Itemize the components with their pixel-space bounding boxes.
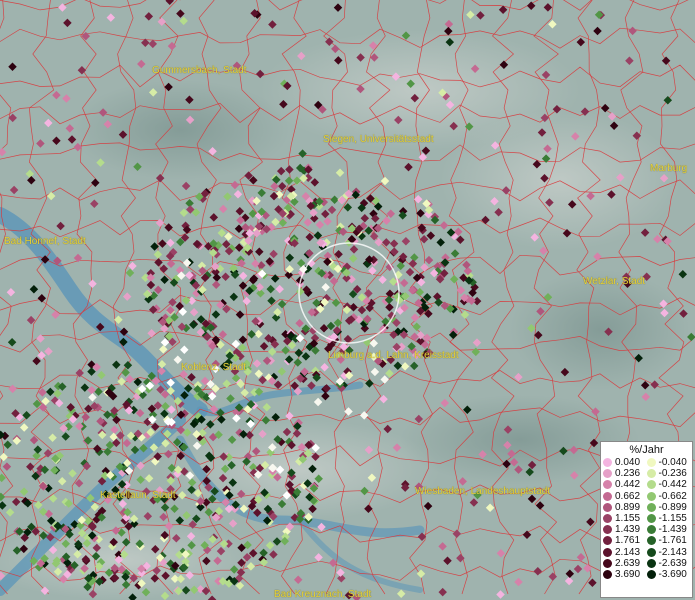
legend-label: -0.442 bbox=[658, 479, 687, 491]
legend-label: 0.662 bbox=[615, 490, 641, 502]
map-legend: %/Jahr 0.040 0.236 0.442 0.662 0.899 1.155 1.4… bbox=[600, 441, 693, 598]
legend-label: -0.236 bbox=[658, 468, 687, 480]
legend-row-negative-8: -2.143 bbox=[646, 546, 691, 558]
legend-row-negative-6: -1.439 bbox=[646, 524, 691, 536]
legend-label: -3.690 bbox=[658, 568, 687, 580]
legend-row-positive-0: 0.040 bbox=[603, 457, 647, 468]
legend-row-negative-10: -3.690 bbox=[646, 568, 691, 580]
legend-row-positive-8: 2.143 bbox=[603, 547, 647, 558]
legend-label: 0.442 bbox=[615, 479, 641, 491]
legend-positive-column: 0.040 0.236 0.442 0.662 0.899 1.155 1.439 1.761… bbox=[603, 457, 647, 580]
city-label-koblenz: Koblenz, Stadt bbox=[181, 362, 247, 373]
legend-swatch bbox=[646, 502, 656, 512]
legend-row-negative-3: -0.662 bbox=[646, 490, 691, 502]
legend-swatch bbox=[646, 480, 656, 490]
legend-row-positive-2: 0.442 bbox=[603, 479, 647, 490]
legend-swatch bbox=[646, 469, 656, 479]
legend-row-positive-5: 1.155 bbox=[603, 513, 647, 524]
legend-label: 0.899 bbox=[615, 501, 641, 513]
legend-row-positive-6: 1.439 bbox=[603, 524, 647, 535]
legend-swatch bbox=[603, 458, 612, 468]
legend-row-positive-10: 3.690 bbox=[603, 569, 647, 580]
legend-label: -1.439 bbox=[658, 524, 687, 536]
legend-swatch bbox=[646, 536, 656, 546]
city-label-bad-kreuznach: Bad Kreuznach, Stadt bbox=[274, 589, 372, 600]
legend-swatch bbox=[603, 525, 612, 535]
city-label-kastellaun: Kastellaun, Stadt bbox=[100, 490, 176, 501]
legend-swatch bbox=[603, 558, 612, 568]
legend-swatch bbox=[646, 491, 656, 501]
legend-swatch bbox=[603, 502, 612, 512]
legend-swatch bbox=[603, 514, 612, 524]
legend-label: -2.639 bbox=[658, 557, 687, 569]
legend-swatch bbox=[603, 469, 612, 479]
legend-label: -0.662 bbox=[658, 490, 687, 502]
legend-label: -1.761 bbox=[658, 535, 687, 547]
city-label-bad-honnef: Bad Honnef, Stadt bbox=[4, 236, 86, 247]
legend-swatch bbox=[646, 514, 656, 524]
legend-row-negative-7: -1.761 bbox=[646, 535, 691, 547]
city-label-marburg: Marburg bbox=[650, 163, 688, 174]
legend-row-positive-7: 1.761 bbox=[603, 535, 647, 546]
city-label-wetzlar: Wetzlar, Stadt bbox=[583, 276, 646, 287]
legend-label: 2.143 bbox=[615, 546, 641, 558]
legend-swatch bbox=[646, 569, 656, 579]
legend-swatch bbox=[603, 491, 612, 501]
legend-label: 3.690 bbox=[615, 568, 641, 580]
legend-swatch bbox=[646, 525, 656, 535]
legend-swatch bbox=[603, 547, 612, 557]
legend-label: -0.040 bbox=[658, 457, 687, 468]
legend-label: -0.899 bbox=[658, 501, 687, 513]
city-label-siegen: Siegen, Universitätsstadt bbox=[323, 134, 434, 145]
legend-label: -1.155 bbox=[658, 512, 687, 524]
legend-label: 1.439 bbox=[615, 524, 641, 536]
legend-swatch bbox=[603, 569, 612, 579]
legend-row-negative-2: -0.442 bbox=[646, 479, 691, 491]
legend-swatch bbox=[603, 480, 612, 490]
legend-row-negative-1: -0.236 bbox=[646, 468, 691, 480]
city-label-wiesbaden: Wiesbaden, Landeshauptstadt bbox=[415, 486, 551, 497]
map-canvas[interactable] bbox=[0, 0, 695, 600]
legend-label: 0.236 bbox=[615, 468, 641, 480]
legend-label: 2.639 bbox=[615, 557, 641, 569]
legend-label: 1.761 bbox=[615, 535, 641, 547]
legend-row-positive-4: 0.899 bbox=[603, 502, 647, 513]
legend-row-negative-5: -1.155 bbox=[646, 512, 691, 524]
legend-label: 0.040 bbox=[615, 457, 641, 468]
legend-swatch bbox=[603, 536, 612, 546]
legend-row-positive-1: 0.236 bbox=[603, 468, 647, 479]
legend-swatch bbox=[646, 458, 656, 468]
legend-label: 1.155 bbox=[615, 512, 641, 524]
city-label-gummersbach: Gummersbach, Stadt bbox=[152, 65, 247, 76]
legend-negative-column: -0.040 -0.236 -0.442 -0.662 -0.899 -1.155 -1.4… bbox=[646, 457, 691, 580]
legend-swatch bbox=[646, 558, 656, 568]
legend-label: -2.143 bbox=[658, 546, 687, 558]
legend-row-negative-0: -0.040 bbox=[646, 457, 691, 468]
legend-title: %/Jahr bbox=[629, 444, 664, 456]
legend-swatch bbox=[646, 547, 656, 557]
legend-row-negative-4: -0.899 bbox=[646, 501, 691, 513]
legend-row-positive-3: 0.662 bbox=[603, 491, 647, 502]
legend-row-negative-9: -2.639 bbox=[646, 557, 691, 569]
legend-row-positive-9: 2.639 bbox=[603, 558, 647, 569]
city-label-limburg: Limburg a.d. Lahn, Kreisstadt bbox=[328, 350, 459, 361]
